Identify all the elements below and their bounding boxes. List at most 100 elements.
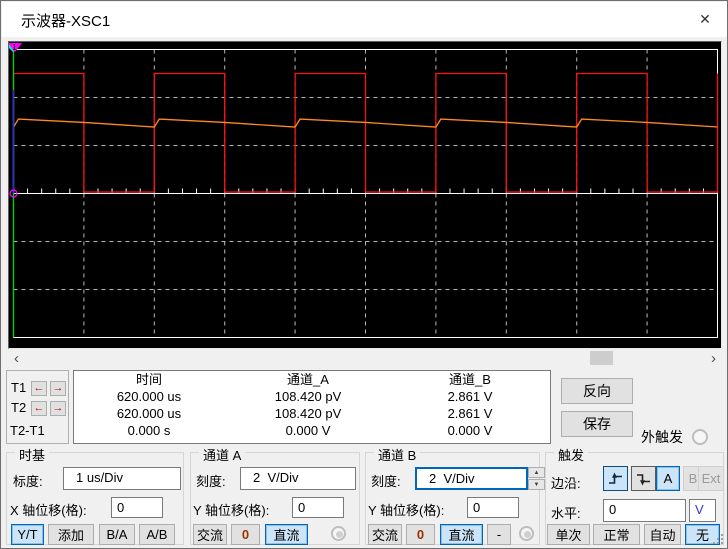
timebase-group: 时基 标度: 1 us/Div X 轴位移(格): 0 Y/T 添加 B/A A… xyxy=(6,445,184,545)
channel-b-offset-input[interactable]: 0 xyxy=(467,497,519,518)
timebase-scale-label: 标度: xyxy=(13,474,43,489)
timebase-title: 时基 xyxy=(15,445,50,464)
close-button[interactable]: ✕ xyxy=(682,2,727,37)
delta-channel-b: 0.000 V xyxy=(447,423,493,438)
cursor-right-icon: → xyxy=(52,402,64,414)
cursor2-label: T2 xyxy=(11,400,27,415)
trigger-source-a-button[interactable]: A xyxy=(656,466,680,491)
channel-a-led xyxy=(331,526,346,541)
ext-trigger-label: 外触发 xyxy=(641,429,683,445)
trigger-source-b-label: B xyxy=(688,471,698,486)
t1-time: 620.000 us xyxy=(116,389,182,404)
resize-grip[interactable] xyxy=(711,532,725,546)
channel-b-scale-spin-down[interactable]: ▼ xyxy=(528,479,545,490)
channel-a-zero-button[interactable]: 0 xyxy=(231,524,260,545)
trigger-source-ext-label: Ext xyxy=(701,471,721,486)
mode-ba-label: B/A xyxy=(106,527,128,542)
horizontal-scrollbar[interactable]: ‹ › xyxy=(8,349,722,367)
cursor1-handle-number: 1 xyxy=(12,43,17,52)
channel-a-title: 通道 A xyxy=(199,445,246,464)
save-button-label: 保存 xyxy=(583,416,611,432)
t2-channel-a: 108.420 pV xyxy=(274,406,342,421)
oscilloscope-window: 示波器-XSC1 ✕ 1 ‹ › T1 ← → T2 ← → T2-T1 时间 … xyxy=(0,0,728,549)
cursor2-left-button[interactable]: ← xyxy=(31,401,47,416)
mode-yt-button[interactable]: Y/T xyxy=(11,524,44,545)
trigger-level-label: 水平: xyxy=(551,506,581,521)
channel-b-led-dot xyxy=(524,531,531,538)
t1-channel-b: 2.861 V xyxy=(447,389,493,404)
spin-up-icon: ▲ xyxy=(533,469,540,476)
cursor-delta-label: T2-T1 xyxy=(10,423,45,438)
trigger-auto-button[interactable]: 自动 xyxy=(644,524,681,545)
scope-display: 1 xyxy=(8,41,722,349)
t2-channel-b: 2.861 V xyxy=(447,406,493,421)
reverse-button[interactable]: 反向 xyxy=(561,378,633,404)
timebase-offset-label: X 轴位移(格): xyxy=(10,503,87,518)
trigger-normal-button[interactable]: 正常 xyxy=(593,524,640,545)
trigger-level-input[interactable]: 0 xyxy=(603,499,686,522)
trigger-auto-label: 自动 xyxy=(649,528,676,543)
channel-b-scale-label: 刻度: xyxy=(371,474,401,489)
save-button[interactable]: 保存 xyxy=(561,411,633,437)
channel-b-ac-label: 交流 xyxy=(371,528,398,543)
trigger-normal-label: 正常 xyxy=(603,528,630,543)
spin-down-icon: ▼ xyxy=(533,481,540,488)
cursor1-right-button[interactable]: → xyxy=(50,381,66,396)
mode-yt-label: Y/T xyxy=(17,527,38,542)
channel-b-invert-button[interactable]: - xyxy=(487,524,511,545)
cursor1-left-button[interactable]: ← xyxy=(31,381,47,396)
channel-a-offset-input[interactable]: 0 xyxy=(292,497,344,518)
title-bar[interactable]: 示波器-XSC1 ✕ xyxy=(2,2,727,37)
trace-channel-a xyxy=(12,72,719,193)
scroll-left-button[interactable]: ‹ xyxy=(8,349,25,367)
delta-channel-a: 0.000 V xyxy=(285,423,331,438)
timebase-offset-input[interactable]: 0 xyxy=(111,497,163,518)
channel-b-offset-label: Y 轴位移(格): xyxy=(368,503,445,518)
window-title: 示波器-XSC1 xyxy=(21,13,111,30)
channel-b-zero-button[interactable]: 0 xyxy=(406,524,435,545)
ext-trigger-led xyxy=(692,429,708,445)
cursor-control-panel: T1 ← → T2 ← → T2-T1 xyxy=(6,370,69,444)
channel-b-ac-button[interactable]: 交流 xyxy=(368,524,402,545)
channel-b-scale-input[interactable]: 2 V/Div xyxy=(415,467,528,490)
scroll-left-icon: ‹ xyxy=(14,349,19,367)
delta-time: 0.000 s xyxy=(127,423,171,438)
column-time: 时间 xyxy=(135,372,162,387)
channel-a-offset-label: Y 轴位移(格): xyxy=(193,503,270,518)
trigger-single-button[interactable]: 单次 xyxy=(547,524,590,545)
timebase-scale-input[interactable]: 1 us/Div xyxy=(63,467,181,490)
mode-ba-button[interactable]: B/A xyxy=(99,524,135,545)
falling-edge-button[interactable] xyxy=(631,466,656,491)
cursor-left-icon: ← xyxy=(33,402,45,414)
channel-a-dc-button[interactable]: 直流 xyxy=(265,524,308,545)
cursor1-label: T1 xyxy=(11,380,27,395)
trigger-level-unit: V xyxy=(689,499,716,522)
t1-channel-a: 108.420 pV xyxy=(274,389,342,404)
trigger-group: 触发 边沿: A B Ext 水平: 0 V 单次 正常 自动 无 xyxy=(545,445,724,545)
column-channel-b: 通道_B xyxy=(449,372,491,387)
scroll-right-button[interactable]: › xyxy=(705,349,722,367)
scrollbar-thumb[interactable] xyxy=(590,351,613,365)
mode-ab-button[interactable]: A/B xyxy=(139,524,175,545)
channel-a-dc-label: 直流 xyxy=(273,528,300,543)
cursor2-right-button[interactable]: → xyxy=(50,401,66,416)
scroll-right-icon: › xyxy=(711,349,716,367)
trigger-title: 触发 xyxy=(554,445,589,464)
readout-row-delta: 0.000 s 0.000 V 0.000 V xyxy=(74,422,550,439)
channel-b-scale-spin-up[interactable]: ▲ xyxy=(528,467,545,478)
channel-a-led-dot xyxy=(336,531,343,538)
rising-edge-icon xyxy=(608,472,622,484)
channel-a-scale-input[interactable]: 2 V/Div xyxy=(240,467,356,490)
channel-a-ac-button[interactable]: 交流 xyxy=(193,524,227,545)
channel-b-dc-label: 直流 xyxy=(448,528,475,543)
channel-b-invert-label: - xyxy=(496,527,502,542)
mode-add-button[interactable]: 添加 xyxy=(48,524,94,545)
trigger-source-ext-button[interactable]: Ext xyxy=(698,466,724,491)
column-channel-a: 通道_A xyxy=(287,372,329,387)
trigger-single-label: 单次 xyxy=(555,528,582,543)
reverse-button-label: 反向 xyxy=(583,383,611,399)
falling-edge-icon xyxy=(636,473,650,485)
rising-edge-button[interactable] xyxy=(603,466,628,491)
channel-b-dc-button[interactable]: 直流 xyxy=(440,524,483,545)
channel-b-group: 通道 B 刻度: 2 V/Div ▲ ▼ Y 轴位移(格): 0 交流 0 直流… xyxy=(365,445,545,545)
